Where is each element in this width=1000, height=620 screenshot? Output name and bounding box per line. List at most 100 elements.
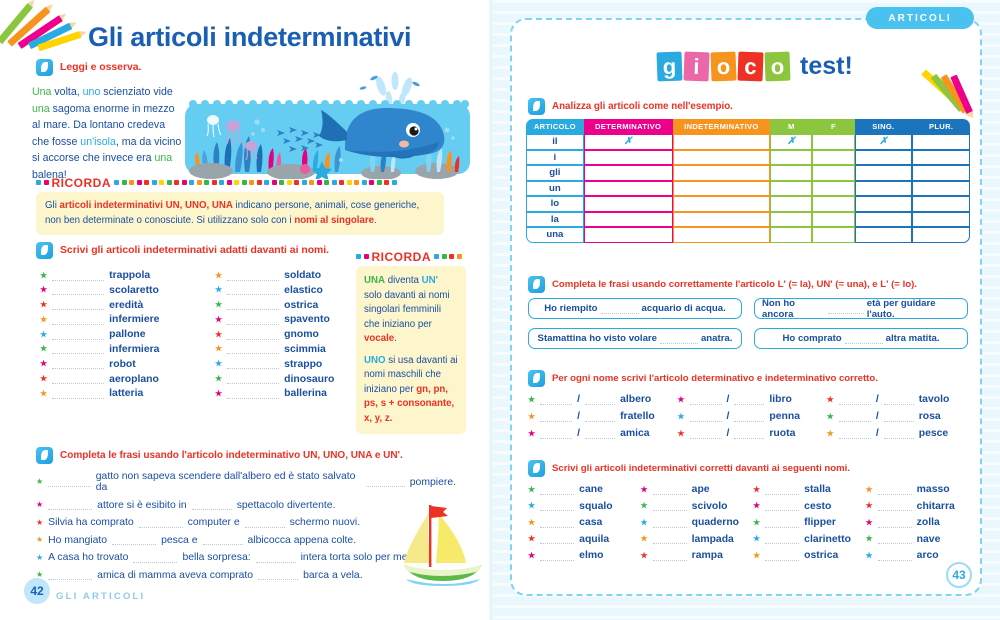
answer-blank[interactable] <box>652 551 687 561</box>
answer-blank[interactable] <box>540 518 575 528</box>
word-list-item[interactable]: ★ robot <box>40 359 200 370</box>
sentence-row[interactable]: ★ amica di mamma aveva comprato barca a ve… <box>36 570 456 581</box>
noun-list-item[interactable]: ★ zolla <box>866 517 973 528</box>
answer-blank-indeterminativo[interactable] <box>734 412 765 422</box>
word-list-item[interactable]: ★ trappola <box>40 270 200 281</box>
noun-list-item[interactable]: ★ rampa <box>641 550 748 561</box>
table-cell[interactable] <box>812 180 855 196</box>
table-cell[interactable] <box>812 165 855 181</box>
answer-blank-indeterminativo[interactable] <box>883 412 914 422</box>
table-cell[interactable] <box>912 134 970 150</box>
answer-blank[interactable] <box>227 344 280 355</box>
answer-blank-determinativo[interactable] <box>838 412 871 422</box>
answer-blank-indeterminativo[interactable] <box>883 429 914 439</box>
answer-blank[interactable] <box>52 300 105 311</box>
answer-blank-determinativo[interactable] <box>540 412 573 422</box>
table-cell[interactable]: ✗ <box>583 134 673 150</box>
noun-list-item[interactable]: ★ ostrica <box>753 550 860 561</box>
table-cell[interactable] <box>583 196 673 212</box>
answer-blank[interactable] <box>877 534 912 544</box>
answer-blank-determinativo[interactable] <box>838 429 871 439</box>
answer-blank[interactable] <box>191 500 232 510</box>
table-row[interactable]: il ✗ ✗ ✗ <box>526 134 970 150</box>
answer-blank[interactable] <box>52 285 105 296</box>
answer-blank[interactable] <box>828 304 864 314</box>
sentence-pill[interactable]: Stamattina ho visto volare anatra. <box>528 328 742 349</box>
table-cell[interactable] <box>854 211 913 227</box>
word-list-item[interactable]: ★ dinosauro <box>215 374 375 385</box>
noun-list-item[interactable]: ★ quaderno <box>641 517 748 528</box>
table-cell[interactable]: lo <box>526 196 584 212</box>
noun-list-item[interactable]: ★ stalla <box>753 484 860 495</box>
table-cell[interactable] <box>583 149 673 165</box>
answer-blank-determinativo[interactable] <box>689 395 722 405</box>
noun-list-item[interactable]: ★ cesto <box>753 501 860 512</box>
answer-blank[interactable] <box>877 551 912 561</box>
answer-blank[interactable] <box>52 330 105 340</box>
articles-table[interactable]: ARTICOLO DETERMINATIVO INDETERMINATIVO M F SI… <box>526 119 970 243</box>
table-cell[interactable] <box>854 227 913 243</box>
table-cell[interactable] <box>583 165 673 181</box>
answer-blank[interactable] <box>48 500 93 510</box>
answer-blank[interactable] <box>540 501 575 511</box>
table-body[interactable]: il ✗ ✗ ✗ i gli un lo la una <box>526 134 970 243</box>
answer-blank-indeterminativo[interactable] <box>883 395 914 405</box>
noun-list-item[interactable]: ★ aquila <box>528 534 635 545</box>
noun-list-item[interactable]: ★ flipper <box>753 517 860 528</box>
noun-list-item[interactable]: ★ masso <box>866 484 973 495</box>
table-cell[interactable] <box>770 196 813 212</box>
table-cell[interactable] <box>854 180 913 196</box>
answer-blank-determinativo[interactable] <box>689 412 722 422</box>
answer-blank[interactable] <box>52 271 105 281</box>
answer-blank[interactable] <box>652 485 687 495</box>
table-cell[interactable] <box>912 211 970 227</box>
word-list-item[interactable]: ★ strappo <box>215 359 375 370</box>
article-pair-item[interactable]: ★ / pesce <box>827 428 968 439</box>
answer-blank[interactable] <box>227 330 280 340</box>
answer-blank[interactable] <box>48 570 93 580</box>
sentence-pill[interactable]: Ho riempito acquario di acqua. <box>528 298 742 319</box>
table-cell[interactable] <box>672 196 771 212</box>
word-list-item[interactable]: ★ latteria <box>40 388 200 399</box>
answer-blank[interactable] <box>227 374 280 385</box>
answer-blank[interactable] <box>138 518 183 528</box>
table-cell[interactable] <box>672 134 771 150</box>
word-list-item[interactable]: ★ scimmia <box>215 344 375 355</box>
answer-blank[interactable] <box>227 359 280 370</box>
sentence-row[interactable]: ★ Silvia ha comprato computer e schermo nuo… <box>36 517 456 528</box>
noun-list-item[interactable]: ★ clarinetto <box>753 534 860 545</box>
table-cell[interactable]: ✗ <box>770 134 813 150</box>
answer-blank[interactable] <box>659 334 698 344</box>
answer-blank-indeterminativo[interactable] <box>585 429 616 439</box>
answer-blank-indeterminativo[interactable] <box>734 429 765 439</box>
table-cell[interactable] <box>672 165 771 181</box>
noun-list-item[interactable]: ★ lampada <box>641 534 748 545</box>
sentence-pill[interactable]: Non ho ancora età per guidare l'auto. <box>754 298 968 320</box>
table-cell[interactable] <box>912 180 970 196</box>
answer-blank[interactable] <box>366 477 405 487</box>
answer-blank[interactable] <box>540 534 575 544</box>
answer-blank[interactable] <box>48 477 91 487</box>
answer-blank[interactable] <box>227 271 280 281</box>
answer-blank[interactable] <box>877 501 912 511</box>
answer-blank-determinativo[interactable] <box>838 395 871 405</box>
table-cell[interactable] <box>854 149 913 165</box>
answer-blank[interactable] <box>877 485 912 495</box>
table-cell[interactable] <box>854 165 913 181</box>
answer-blank[interactable] <box>255 553 296 563</box>
table-cell[interactable] <box>672 227 771 243</box>
article-pair-item[interactable]: ★ / penna <box>677 411 818 422</box>
table-cell[interactable] <box>770 165 813 181</box>
table-row[interactable]: lo <box>526 196 970 212</box>
table-cell[interactable]: i <box>526 149 584 165</box>
answer-blank[interactable] <box>202 535 243 545</box>
sentence-row[interactable]: ★ Ho mangiato pesca e albicocca appena colt… <box>36 535 456 546</box>
answer-blank[interactable] <box>227 315 280 325</box>
table-cell[interactable]: la <box>526 211 584 227</box>
answer-blank[interactable] <box>844 334 883 344</box>
word-list-item[interactable]: ★ ostrica <box>215 300 375 311</box>
answer-blank[interactable] <box>52 315 105 325</box>
word-list-item[interactable]: ★ aeroplano <box>40 374 200 385</box>
article-pair-item[interactable]: ★ / fratello <box>528 411 669 422</box>
answer-blank[interactable] <box>765 534 800 544</box>
